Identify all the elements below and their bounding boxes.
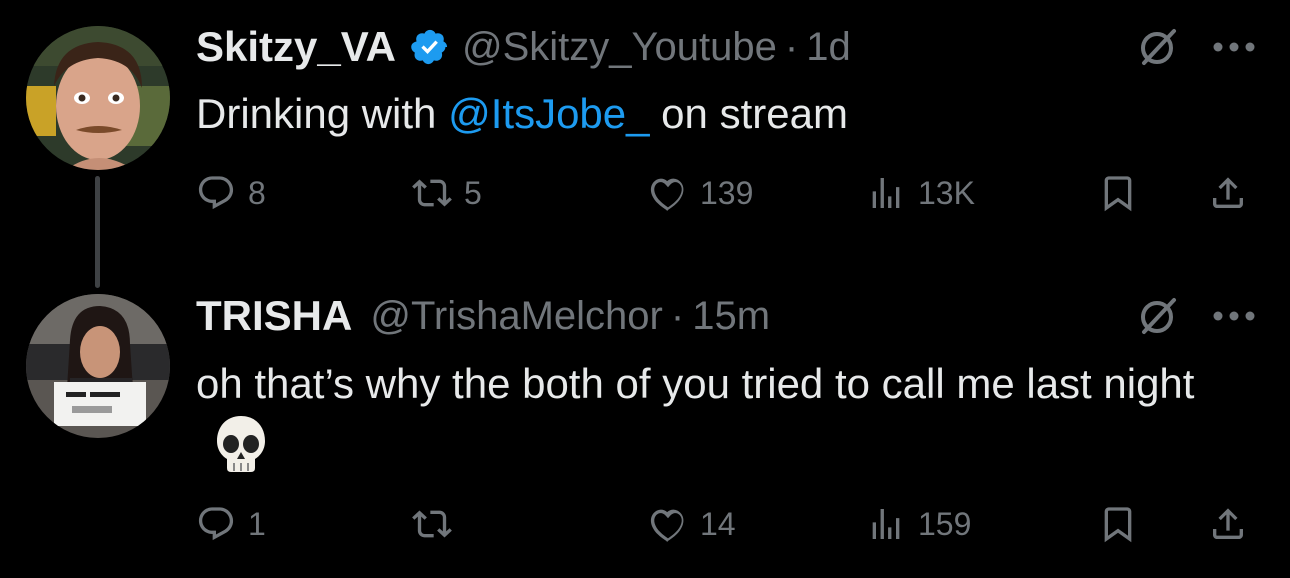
- share-icon: [1213, 177, 1243, 208]
- avatar-skitzy[interactable]: [26, 26, 170, 170]
- more-icon[interactable]: [1206, 23, 1262, 71]
- reply-count: 8: [248, 174, 266, 211]
- tweet-text-part: on stream: [649, 90, 848, 137]
- display-name[interactable]: Skitzy_VA: [196, 23, 396, 71]
- tweet-text: Drinking with @ItsJobe_ on stream: [196, 84, 1266, 144]
- verified-badge-icon: [410, 27, 450, 67]
- display-name[interactable]: TRISHA: [196, 292, 352, 340]
- views-count: 159: [918, 505, 972, 542]
- tweet-text-part: Drinking with: [196, 90, 449, 137]
- views-button[interactable]: 13K: [866, 168, 975, 218]
- handle[interactable]: @TrishaMelchor: [370, 294, 663, 339]
- separator: ·: [784, 24, 799, 69]
- share-button[interactable]: [1208, 499, 1248, 549]
- avatar-trisha[interactable]: [26, 294, 170, 438]
- bookmark-button[interactable]: [1098, 168, 1138, 218]
- thread-line: [95, 176, 100, 288]
- grok-icon[interactable]: [1134, 292, 1182, 340]
- views-button[interactable]: 159: [866, 499, 971, 549]
- timestamp[interactable]: 1d: [806, 25, 851, 70]
- like-icon: [650, 178, 684, 211]
- reply-button[interactable]: 1: [196, 499, 266, 549]
- views-count: 13K: [918, 174, 975, 211]
- like-count: 139: [700, 174, 754, 211]
- bookmark-button[interactable]: [1098, 499, 1138, 549]
- mention-link[interactable]: @ItsJobe_: [448, 90, 649, 137]
- repost-count: 5: [464, 174, 482, 211]
- share-icon: [1213, 508, 1243, 539]
- action-bar: 1 14 159: [196, 499, 1266, 549]
- more-icon[interactable]: [1206, 292, 1262, 340]
- repost-button[interactable]: [412, 499, 464, 549]
- handle[interactable]: @Skitzy_Youtube: [462, 25, 777, 70]
- views-icon: [872, 178, 900, 208]
- repost-icon: [412, 510, 452, 538]
- like-button[interactable]: 14: [648, 499, 736, 549]
- repost-icon: [412, 179, 452, 207]
- grok-icon[interactable]: [1134, 23, 1182, 71]
- reply-icon: [198, 176, 234, 210]
- like-icon: [650, 509, 684, 542]
- tweet-text-body: oh that’s why the both of you tried to c…: [196, 360, 1195, 407]
- skull-emoji-icon: [214, 414, 268, 474]
- bookmark-icon: [1104, 507, 1132, 543]
- tweet-header: TRISHA @TrishaMelchor · 15m: [196, 291, 770, 341]
- action-bar: 8 5 139 13K: [196, 168, 1266, 218]
- reply-icon: [198, 507, 234, 541]
- like-button[interactable]: 139: [648, 168, 753, 218]
- repost-button[interactable]: 5: [412, 168, 482, 218]
- bookmark-icon: [1104, 176, 1132, 212]
- timestamp[interactable]: 15m: [692, 294, 770, 339]
- views-icon: [872, 509, 900, 539]
- tweet-header: Skitzy_VA @Skitzy_Youtube · 1d: [196, 22, 851, 72]
- reply-button[interactable]: 8: [196, 168, 266, 218]
- tweet-text: oh that’s why the both of you tried to c…: [196, 354, 1256, 478]
- share-button[interactable]: [1208, 168, 1248, 218]
- reply-count: 1: [248, 505, 266, 542]
- like-count: 14: [700, 505, 736, 542]
- separator: ·: [670, 293, 685, 338]
